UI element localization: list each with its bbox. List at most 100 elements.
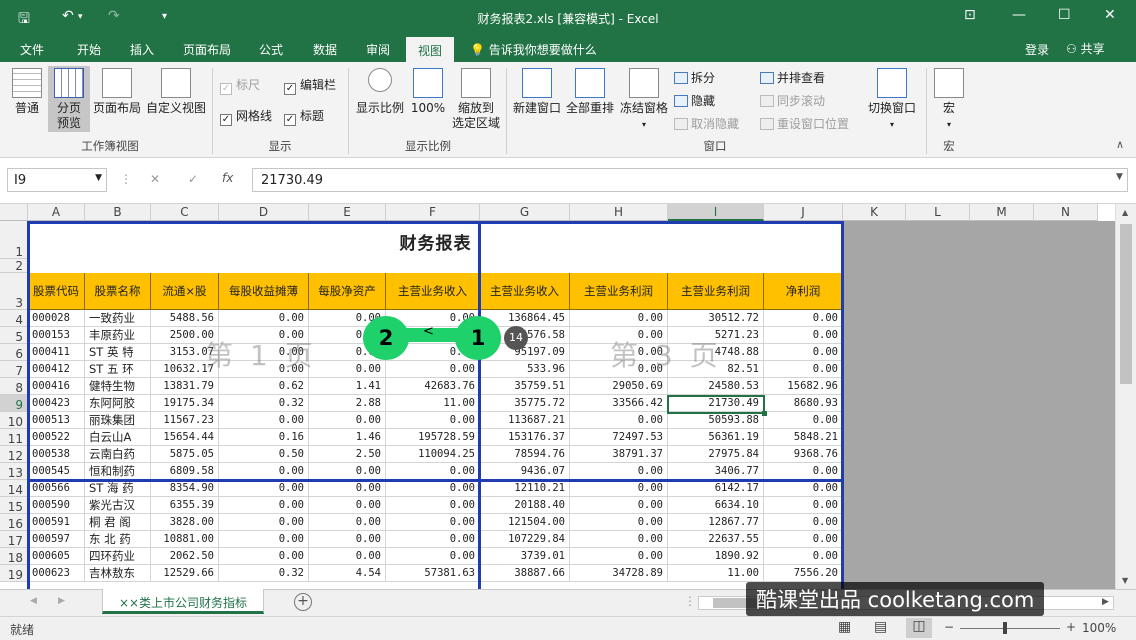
tab-home[interactable]: 开始	[77, 41, 101, 58]
column-header[interactable]: N	[1034, 204, 1098, 221]
tab-file[interactable]: 文件	[20, 41, 44, 58]
table-cell[interactable]: 6142.17	[668, 480, 764, 497]
table-cell[interactable]: 0.62	[219, 378, 309, 395]
formula-bar-checkbox[interactable]: ✓ 编辑栏	[284, 76, 336, 95]
name-box[interactable]: I9 ▼	[7, 168, 107, 192]
table-cell[interactable]: 0.00	[570, 548, 668, 565]
table-cell[interactable]: 000423	[28, 395, 85, 412]
table-cell[interactable]: 6355.39	[151, 497, 219, 514]
row-header[interactable]: 4	[0, 310, 28, 327]
table-cell[interactable]: 0.50	[219, 446, 309, 463]
table-cell[interactable]: 000028	[28, 310, 85, 327]
table-cell[interactable]: 19175.34	[151, 395, 219, 412]
column-title[interactable]: 股票代码	[28, 273, 85, 310]
page-break-line[interactable]	[28, 221, 843, 224]
expand-formula-icon[interactable]: ▼	[1116, 172, 1123, 182]
zoom-out-button[interactable]: −	[944, 620, 954, 634]
table-cell[interactable]: 195728.59	[386, 429, 480, 446]
table-cell[interactable]: 0.00	[570, 497, 668, 514]
table-cell[interactable]: 5848.21	[764, 429, 843, 446]
table-cell[interactable]: 0.00	[386, 463, 480, 480]
spreadsheet-grid[interactable]: ABCDEFGHIJKLMN 1 2 3 4 5 6 7 8 9 10 11 12 13 14 15 16 17…	[0, 204, 1136, 589]
close-button[interactable]: ✕	[1104, 7, 1116, 23]
fill-handle[interactable]	[762, 411, 767, 416]
hide-button[interactable]: 隐藏	[674, 92, 715, 109]
tab-page-layout[interactable]: 页面布局	[183, 41, 231, 58]
table-cell[interactable]: 一致药业	[85, 310, 151, 327]
reset-window-position-button[interactable]: 重设窗口位置	[760, 115, 849, 132]
row-header[interactable]: 14	[0, 480, 28, 497]
tab-formulas[interactable]: 公式	[259, 41, 283, 58]
table-cell[interactable]: 丽珠集团	[85, 412, 151, 429]
table-cell[interactable]: 8680.93	[764, 395, 843, 412]
table-cell[interactable]: 云南白药	[85, 446, 151, 463]
headings-checkbox[interactable]: ✓ 标题	[284, 107, 324, 126]
column-header[interactable]: H	[570, 204, 668, 221]
table-cell[interactable]: 0.00	[570, 412, 668, 429]
table-cell[interactable]: 000623	[28, 565, 85, 582]
table-cell[interactable]: 38887.66	[480, 565, 570, 582]
table-cell[interactable]: 000591	[28, 514, 85, 531]
column-header[interactable]: B	[85, 204, 151, 221]
page-layout-icon[interactable]: ▤	[874, 619, 887, 635]
table-cell[interactable]: 0.00	[309, 531, 386, 548]
table-cell[interactable]: 0.00	[219, 412, 309, 429]
table-cell[interactable]: 9368.76	[764, 446, 843, 463]
scroll-down-icon[interactable]: ▼	[1122, 576, 1128, 585]
table-cell[interactable]: 0.00	[764, 361, 843, 378]
table-cell[interactable]: 5488.56	[151, 310, 219, 327]
table-cell[interactable]: 0.00	[219, 531, 309, 548]
minimize-button[interactable]: —	[1012, 7, 1026, 23]
sheet-tab-active[interactable]: ××类上市公司财务指标	[102, 589, 264, 614]
insert-function-icon[interactable]: fx	[222, 171, 233, 185]
table-cell[interactable]: 533.96	[480, 361, 570, 378]
column-title[interactable]: 每股净资产	[309, 273, 386, 310]
normal-view-icon[interactable]: ▦	[838, 619, 851, 635]
table-cell[interactable]: 000411	[28, 344, 85, 361]
table-cell[interactable]: 0.00	[764, 344, 843, 361]
page-break-view-icon[interactable]: ◫	[906, 618, 932, 638]
row-header[interactable]: 15	[0, 497, 28, 514]
table-cell[interactable]: 11.00	[386, 395, 480, 412]
table-cell[interactable]: 0.00	[386, 531, 480, 548]
row-header[interactable]: 13	[0, 463, 28, 480]
column-title[interactable]: 主营业务利润	[668, 273, 764, 310]
table-cell[interactable]: 0.00	[386, 361, 480, 378]
column-title[interactable]: 股票名称	[85, 273, 151, 310]
zoom-button[interactable]: 显示比例	[354, 68, 406, 116]
table-cell[interactable]: 107229.84	[480, 531, 570, 548]
table-cell[interactable]: 0.00	[309, 480, 386, 497]
table-cell[interactable]: 四环药业	[85, 548, 151, 565]
row-header[interactable]: 17	[0, 531, 28, 548]
table-cell[interactable]: 0.00	[309, 548, 386, 565]
table-cell[interactable]: 000416	[28, 378, 85, 395]
table-cell[interactable]: 8354.90	[151, 480, 219, 497]
column-title[interactable]: 主营业务收入	[386, 273, 480, 310]
table-cell[interactable]: 000412	[28, 361, 85, 378]
table-cell[interactable]: 000590	[28, 497, 85, 514]
table-cell[interactable]: 0.00	[764, 548, 843, 565]
table-cell[interactable]: 34728.89	[570, 565, 668, 582]
split-button[interactable]: 拆分	[674, 69, 715, 86]
table-cell[interactable]: 0.00	[570, 480, 668, 497]
new-window-button[interactable]: 新建窗口	[510, 68, 564, 116]
table-cell[interactable]: 紫光古汉	[85, 497, 151, 514]
table-cell[interactable]: 0.00	[570, 310, 668, 327]
view-side-by-side-button[interactable]: 并排查看	[760, 69, 825, 86]
table-cell[interactable]: 38791.37	[570, 446, 668, 463]
table-cell[interactable]: ST 五 环	[85, 361, 151, 378]
table-cell[interactable]: 000605	[28, 548, 85, 565]
table-cell[interactable]: 42683.76	[386, 378, 480, 395]
page-break-line[interactable]	[841, 221, 844, 589]
table-cell[interactable]: 0.00	[386, 548, 480, 565]
column-header[interactable]: F	[386, 204, 480, 221]
arrange-all-button[interactable]: 全部重排	[564, 68, 616, 116]
login-link[interactable]: 登录	[1025, 41, 1049, 58]
formula-input[interactable]: 21730.49	[252, 168, 1128, 192]
active-cell-selection[interactable]	[667, 395, 765, 414]
tab-insert[interactable]: 插入	[130, 41, 154, 58]
table-cell[interactable]: 6634.10	[668, 497, 764, 514]
table-cell[interactable]: 0.00	[219, 514, 309, 531]
table-cell[interactable]: 2062.50	[151, 548, 219, 565]
zoom-slider-thumb[interactable]	[1003, 622, 1007, 634]
